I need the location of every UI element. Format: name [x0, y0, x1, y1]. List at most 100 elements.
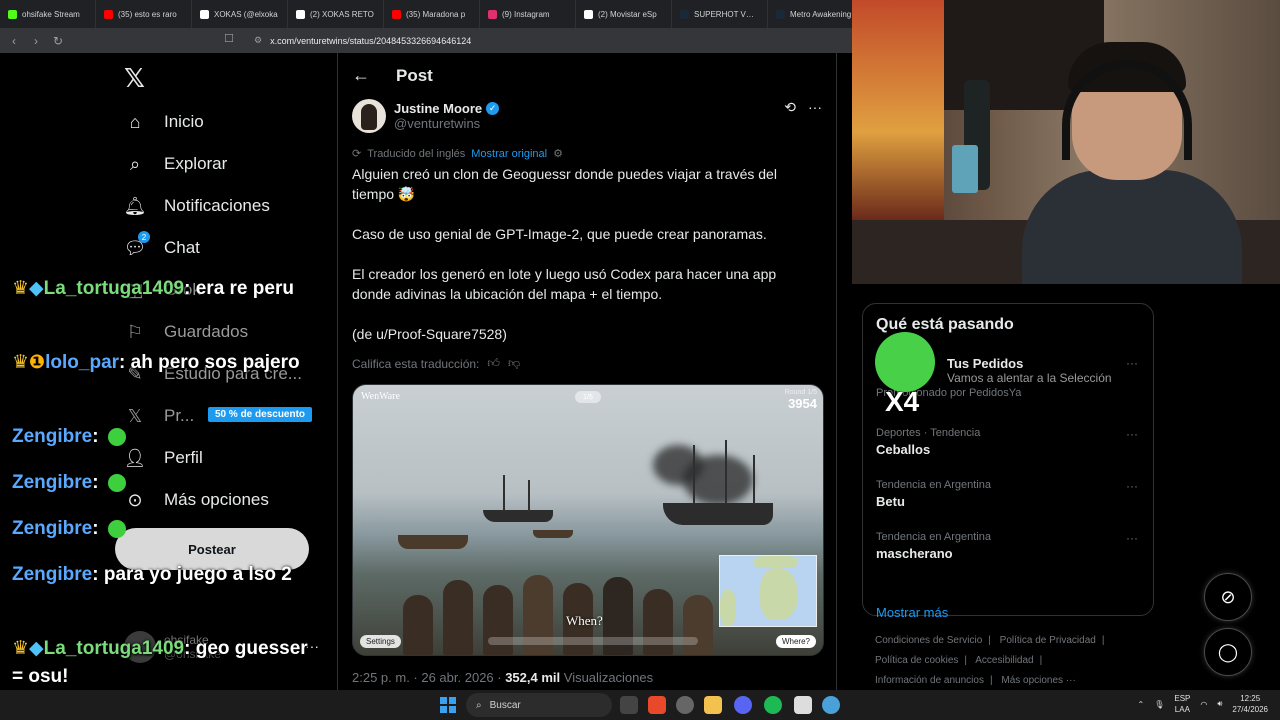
nav-item-chat[interactable]: 💬︎ 2 Chat [124, 231, 200, 259]
capcut-icon[interactable] [822, 696, 840, 714]
author-handle[interactable]: @venturetwins [394, 116, 499, 131]
tab-title: SUPERHOT VR en [694, 9, 759, 19]
show-more-link[interactable]: Mostrar más [876, 605, 948, 620]
footer-link[interactable]: Accesibilidad [975, 655, 1033, 666]
post-timestamp[interactable]: 2:25 p. m. · 26 abr. 2026 · [352, 670, 505, 685]
task-view-icon[interactable] [620, 696, 638, 714]
settings-button[interactable]: Settings [360, 635, 401, 648]
messages-fab-icon[interactable]: ◯ [1204, 628, 1252, 676]
translated-label: Traducido del inglés [367, 147, 466, 160]
footer-link[interactable]: Más opciones ··· [1001, 675, 1075, 686]
back-arrow-icon[interactable]: ← [352, 65, 370, 86]
browser-tab[interactable]: (35) Maradona p [384, 0, 480, 28]
browser-tab[interactable]: (35) esto es raro [96, 0, 192, 28]
gem-icon: ◆ [29, 638, 44, 659]
more-icon[interactable]: ··· [1126, 356, 1138, 370]
language-indicator[interactable]: ESP LAA [1174, 693, 1190, 715]
chat-message: Zengibre: [12, 515, 312, 543]
year-slider[interactable] [488, 637, 698, 645]
back-arrow-icon[interactable]: ‹ [8, 34, 20, 48]
browser-tab[interactable]: ohsifake Stream [0, 0, 96, 28]
reload-icon[interactable]: ↻ [52, 34, 64, 48]
wifi-icon[interactable]: ◠ [1200, 700, 1207, 709]
trend-category: Deportes · Tendencia [876, 427, 981, 439]
guess-map[interactable] [719, 555, 817, 627]
laughing-emote-icon [875, 332, 935, 392]
trend-item[interactable]: Tendencia en Argentina Betu ··· [876, 479, 1146, 509]
taskbar-search[interactable]: ⌕ Buscar [466, 693, 612, 717]
forward-arrow-icon[interactable]: › [30, 34, 42, 48]
post-author[interactable]: Justine Moore ✓ @venturetwins [352, 99, 500, 133]
obs-icon[interactable] [794, 696, 812, 714]
chat-text: ah pero sos pajero [130, 352, 300, 373]
mug [952, 145, 978, 193]
tab-title: Metro Awakening [790, 9, 852, 19]
ship-mast [528, 480, 530, 512]
chrome-icon[interactable] [676, 696, 694, 714]
file-explorer-icon[interactable] [704, 696, 722, 714]
address-bar[interactable]: ⚙ x.com/venturetwins/status/204845332669… [248, 31, 868, 50]
tab-title: (35) Maradona p [406, 9, 466, 19]
score-value: 3954 [788, 396, 817, 411]
more-icon[interactable]: ··· [1126, 531, 1138, 545]
volume-icon[interactable]: 🔊︎ [1217, 699, 1222, 709]
browser-tab[interactable]: XOKAS (@elxoka [192, 0, 288, 28]
brave-browser-icon[interactable] [648, 696, 666, 714]
ship-mast [725, 440, 727, 505]
browser-tab[interactable]: (2) Movistar eSp [576, 0, 672, 28]
spotify-icon[interactable] [764, 696, 782, 714]
settings-gear-icon[interactable]: ⚙ [553, 147, 563, 160]
chat-message: ♛❶lolo_par: ah pero sos pajero [12, 352, 300, 373]
tray-chevron-icon[interactable]: ⌃ [1138, 700, 1145, 709]
where-button[interactable]: Where? [775, 635, 816, 648]
emote-icon [107, 427, 126, 446]
browser-tab[interactable]: Metro Awakening [768, 0, 852, 28]
post-media-image[interactable]: WenWare 1/5 Round 1/5 3954 When? Setting… [352, 384, 824, 656]
score-label: Round 1/5 [784, 389, 817, 396]
author-avatar[interactable] [352, 99, 386, 133]
footer-link[interactable]: Política de Privacidad [1000, 635, 1096, 646]
show-original-link[interactable]: Mostrar original [471, 148, 547, 160]
clock[interactable]: 12:25 27/4/2026 [1232, 693, 1268, 715]
footer-link[interactable]: Condiciones de Servicio [875, 635, 982, 646]
grok-fab-icon[interactable]: ⊘ [1204, 573, 1252, 621]
wall-poster [852, 0, 944, 220]
more-icon[interactable]: ··· [808, 99, 822, 116]
person [403, 595, 433, 655]
bookmark-star-icon[interactable]: ☐ [224, 32, 236, 46]
search-icon: ⌕ [476, 699, 482, 711]
x-logo-icon[interactable]: 𝕏 [124, 63, 145, 94]
thumbs-down-icon[interactable]: 👎︎ [508, 356, 520, 371]
mic-icon[interactable]: 🎙︎ [1154, 700, 1164, 709]
nav-item-explorar[interactable]: ⌕ Explorar [124, 153, 227, 175]
translation-notice: ⟳ Traducido del inglés Mostrar original … [352, 147, 563, 161]
nav-item-guardados[interactable]: ⚐ Guardados [124, 321, 248, 343]
windows-taskbar: ⌕ Buscar ⌃ 🎙︎ ESP LAA ◠ 🔊︎ 12:25 27/4/20… [0, 690, 1280, 720]
browser-tab[interactable]: SUPERHOT VR en [672, 0, 768, 28]
trend-item[interactable]: Deportes · Tendencia Ceballos ··· [876, 427, 1146, 457]
nav-item-notificaciones[interactable]: 🔔︎ Notificaciones [124, 195, 270, 217]
premium-discount-badge[interactable]: 50 % de descuento [208, 407, 313, 422]
browser-tab[interactable]: (2) XOKAS RETO [288, 0, 384, 28]
author-name[interactable]: Justine Moore [394, 101, 482, 116]
more-icon[interactable]: ··· [1126, 479, 1138, 493]
thumbs-up-icon[interactable]: 👍︎ [487, 356, 500, 371]
tab-favicon-icon [680, 9, 689, 19]
ship [663, 503, 773, 525]
footer-link[interactable]: Política de cookies [875, 655, 958, 666]
chat-username: lolo_par [45, 352, 120, 373]
site-info-icon[interactable]: ⚙ [254, 35, 262, 46]
windows-start-icon[interactable] [440, 697, 456, 713]
grok-explain-icon[interactable]: ⟲ [784, 99, 796, 116]
trend-item[interactable]: Tendencia en Argentina mascherano ··· [876, 531, 1146, 561]
chat-message: Zengibre: [12, 423, 312, 451]
more-icon[interactable]: ··· [1126, 427, 1138, 441]
footer-link[interactable]: Información de anuncios [875, 675, 984, 686]
nav-item-inicio[interactable]: ⌂ Inicio [124, 111, 204, 133]
tab-favicon-icon [488, 9, 497, 19]
discord-icon[interactable] [734, 696, 752, 714]
browser-tab[interactable]: (9) Instagram [480, 0, 576, 28]
footer-links: Condiciones de Servicio | Política de Pri… [875, 635, 1105, 686]
address-url[interactable]: x.com/venturetwins/status/20484533266946… [270, 36, 471, 46]
crown-icon: ♛ [12, 638, 30, 659]
